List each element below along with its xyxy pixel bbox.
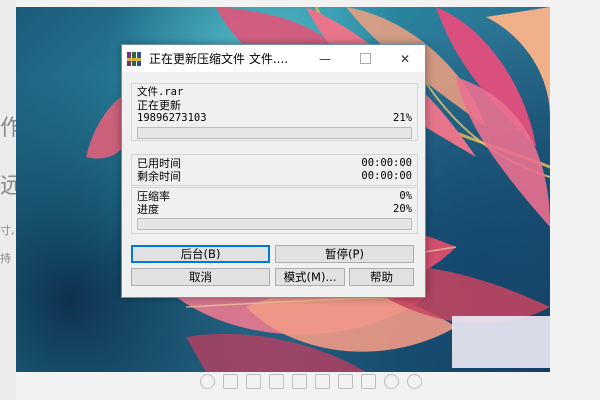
maximize-button[interactable] (345, 45, 385, 72)
image-icon[interactable] (223, 373, 238, 389)
scissors-icon[interactable] (246, 373, 261, 389)
document-toolbar (200, 372, 580, 390)
total-progress-panel: 压缩率 0% 进度 20% (131, 187, 418, 234)
cancel-button[interactable]: 取消 (131, 268, 270, 286)
minimize-button[interactable]: — (305, 45, 345, 72)
elapsed-time-label: 已用时间 (137, 157, 181, 170)
help-button[interactable]: 帮助 (349, 268, 414, 286)
total-progress-bar (137, 218, 412, 230)
compression-ratio-value: 0% (399, 190, 412, 202)
folder-icon[interactable] (269, 373, 284, 389)
winrar-icon (127, 51, 141, 66)
document-text-fragment: 持 (0, 252, 11, 265)
current-file-percent: 21% (393, 112, 412, 124)
document-text-fragment: 寸, (0, 224, 15, 237)
current-file-progress-bar (137, 127, 412, 139)
document-icon[interactable] (338, 373, 353, 389)
current-item-name: 19896273103 (137, 112, 207, 124)
total-progress-label: 进度 (137, 203, 159, 216)
emoji-icon[interactable] (200, 373, 215, 389)
picture-icon[interactable] (315, 373, 330, 389)
maximize-icon (359, 53, 371, 64)
redacted-filename (212, 113, 372, 124)
more-icon[interactable] (407, 373, 422, 389)
archive-filename: 文件.rar (137, 86, 184, 98)
compression-ratio-label: 压缩率 (137, 190, 170, 203)
time-panel: 已用时间 00:00:00 剩余时间 00:00:00 (131, 154, 418, 186)
close-button[interactable]: ✕ (385, 45, 425, 72)
overlay-box (452, 316, 550, 368)
winrar-progress-dialog: 正在更新压缩文件 文件.... — ✕ 文件.rar 正在更新 19896273… (121, 44, 426, 298)
title-bar[interactable]: 正在更新压缩文件 文件.... — ✕ (122, 45, 425, 72)
dialog-title: 正在更新压缩文件 文件.... (149, 52, 289, 66)
elapsed-time-value: 00:00:00 (361, 157, 412, 169)
mode-button[interactable]: 模式(M)... (275, 268, 345, 286)
remaining-time-label: 剩余时间 (137, 170, 181, 183)
pause-button[interactable]: 暂停(P) (275, 245, 414, 263)
file-progress-panel: 文件.rar 正在更新 19896273103 21% (131, 83, 418, 141)
operation-status: 正在更新 (137, 99, 181, 112)
background-button[interactable]: 后台(B) (131, 245, 270, 263)
file-icon[interactable] (361, 373, 376, 389)
edit-icon[interactable] (292, 373, 307, 389)
remaining-time-value: 00:00:00 (361, 170, 412, 182)
total-progress-value: 20% (393, 203, 412, 215)
document-sidebar (0, 0, 16, 400)
clock-icon[interactable] (384, 373, 399, 389)
